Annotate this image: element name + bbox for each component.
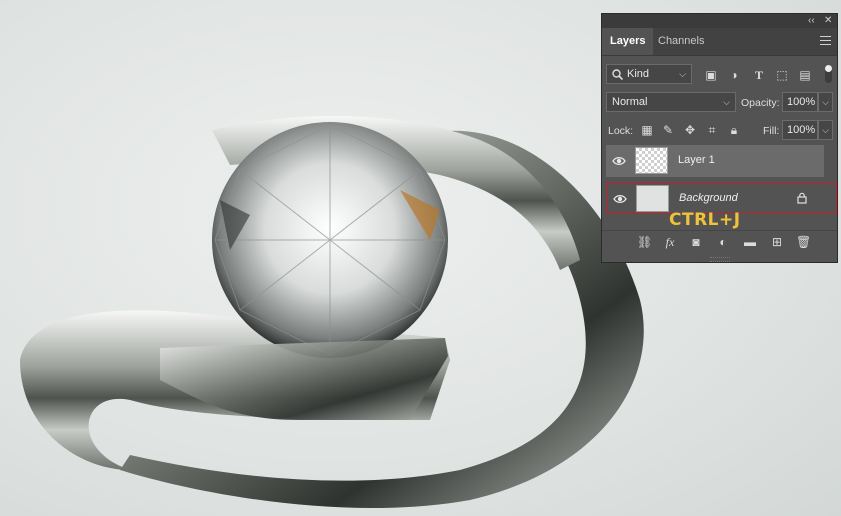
lock-transparent-icon[interactable]: ▦ [641, 123, 653, 137]
filter-kind-label: Kind [627, 68, 650, 80]
opacity-dropdown-button[interactable]: ⌵ [818, 92, 833, 112]
smart-object-filter-icon[interactable]: ▤ [798, 68, 812, 82]
chevron-down-icon: ⌵ [723, 97, 730, 107]
adjustment-icon[interactable]: ◐ [716, 235, 730, 249]
panel-bottom-bar: ⛓︎ fx ◙ ◐ ▬ ⊞ 🗑︎ [602, 230, 837, 255]
filter-kind-select[interactable]: Kind ⌵ [606, 64, 692, 84]
chevron-down-icon: ⌵ [679, 69, 686, 79]
chevron-down-icon: ⌵ [822, 125, 829, 135]
tab-layers[interactable]: Layers [602, 28, 654, 55]
lock-label: Lock: [608, 125, 634, 137]
adjustment-filter-icon[interactable]: ◑ [727, 68, 741, 82]
lock-move-icon[interactable]: ✥ [684, 123, 696, 137]
blend-mode-select[interactable]: Normal ⌵ [606, 92, 736, 112]
fill-value: 100% [787, 124, 816, 136]
fx-icon[interactable]: fx [663, 235, 677, 249]
filter-toggle-icon[interactable] [825, 65, 832, 83]
type-filter-icon[interactable]: T [752, 68, 766, 82]
panel-titlebar: ‹‹ ✕ [602, 14, 837, 28]
opacity-input[interactable]: 100% [782, 92, 818, 112]
image-filter-icon[interactable]: ▣ [704, 68, 718, 82]
blend-mode-value: Normal [612, 96, 648, 108]
chevron-down-icon: ⌵ [822, 97, 829, 107]
new-layer-icon[interactable]: ⊞ [770, 235, 784, 249]
lock-artboard-icon[interactable]: ⌗ [706, 123, 718, 137]
shape-filter-icon[interactable]: ⬚ [775, 68, 789, 82]
panel-resize-grip[interactable] [710, 257, 730, 262]
opacity-value: 100% [787, 96, 816, 108]
eye-icon[interactable] [613, 192, 627, 206]
fill-dropdown-button[interactable]: ⌵ [818, 120, 833, 140]
layer-name[interactable]: Layer 1 [678, 154, 715, 166]
lock-row: Lock: ▦ ✎ ✥ ⌗ 🔒︎ Fill: 100% ⌵ [602, 118, 837, 142]
opacity-label: Opacity: [741, 97, 780, 109]
folder-icon[interactable]: ▬ [743, 235, 757, 249]
layer-thumbnail [635, 147, 668, 174]
link-icon[interactable]: ⛓︎ [637, 235, 652, 249]
layer-row-layer-1[interactable]: Layer 1 [606, 145, 824, 177]
blend-row: Normal ⌵ Opacity: 100% ⌵ [602, 90, 837, 114]
lock-paint-icon[interactable]: ✎ [662, 123, 674, 137]
lock-icon [797, 192, 807, 204]
close-panel-button[interactable]: ✕ [824, 15, 832, 27]
fill-label: Fill: [763, 125, 780, 137]
lock-all-icon[interactable]: 🔒︎ [728, 123, 740, 137]
filter-row: Kind ⌵ ▣ ◑ T ⬚ ▤ [602, 62, 837, 86]
trash-icon[interactable]: 🗑︎ [796, 235, 811, 249]
collapse-panel-button[interactable]: ‹‹ [808, 15, 815, 27]
search-icon [612, 69, 623, 80]
layer-thumbnail [636, 185, 669, 212]
layers-panel: ‹‹ ✕ Layers Channels Kind ⌵ ▣ ◑ T ⬚ ▤ No… [601, 13, 838, 263]
mask-icon[interactable]: ◙ [689, 235, 703, 249]
fill-input[interactable]: 100% [782, 120, 818, 140]
panel-tabs: Layers Channels [602, 28, 837, 56]
panel-menu-icon[interactable] [820, 36, 831, 45]
tab-channels[interactable]: Channels [650, 28, 712, 55]
shortcut-annotation: CTRL+J [669, 210, 741, 230]
eye-icon[interactable] [612, 154, 626, 168]
layer-name[interactable]: Background [679, 192, 738, 204]
